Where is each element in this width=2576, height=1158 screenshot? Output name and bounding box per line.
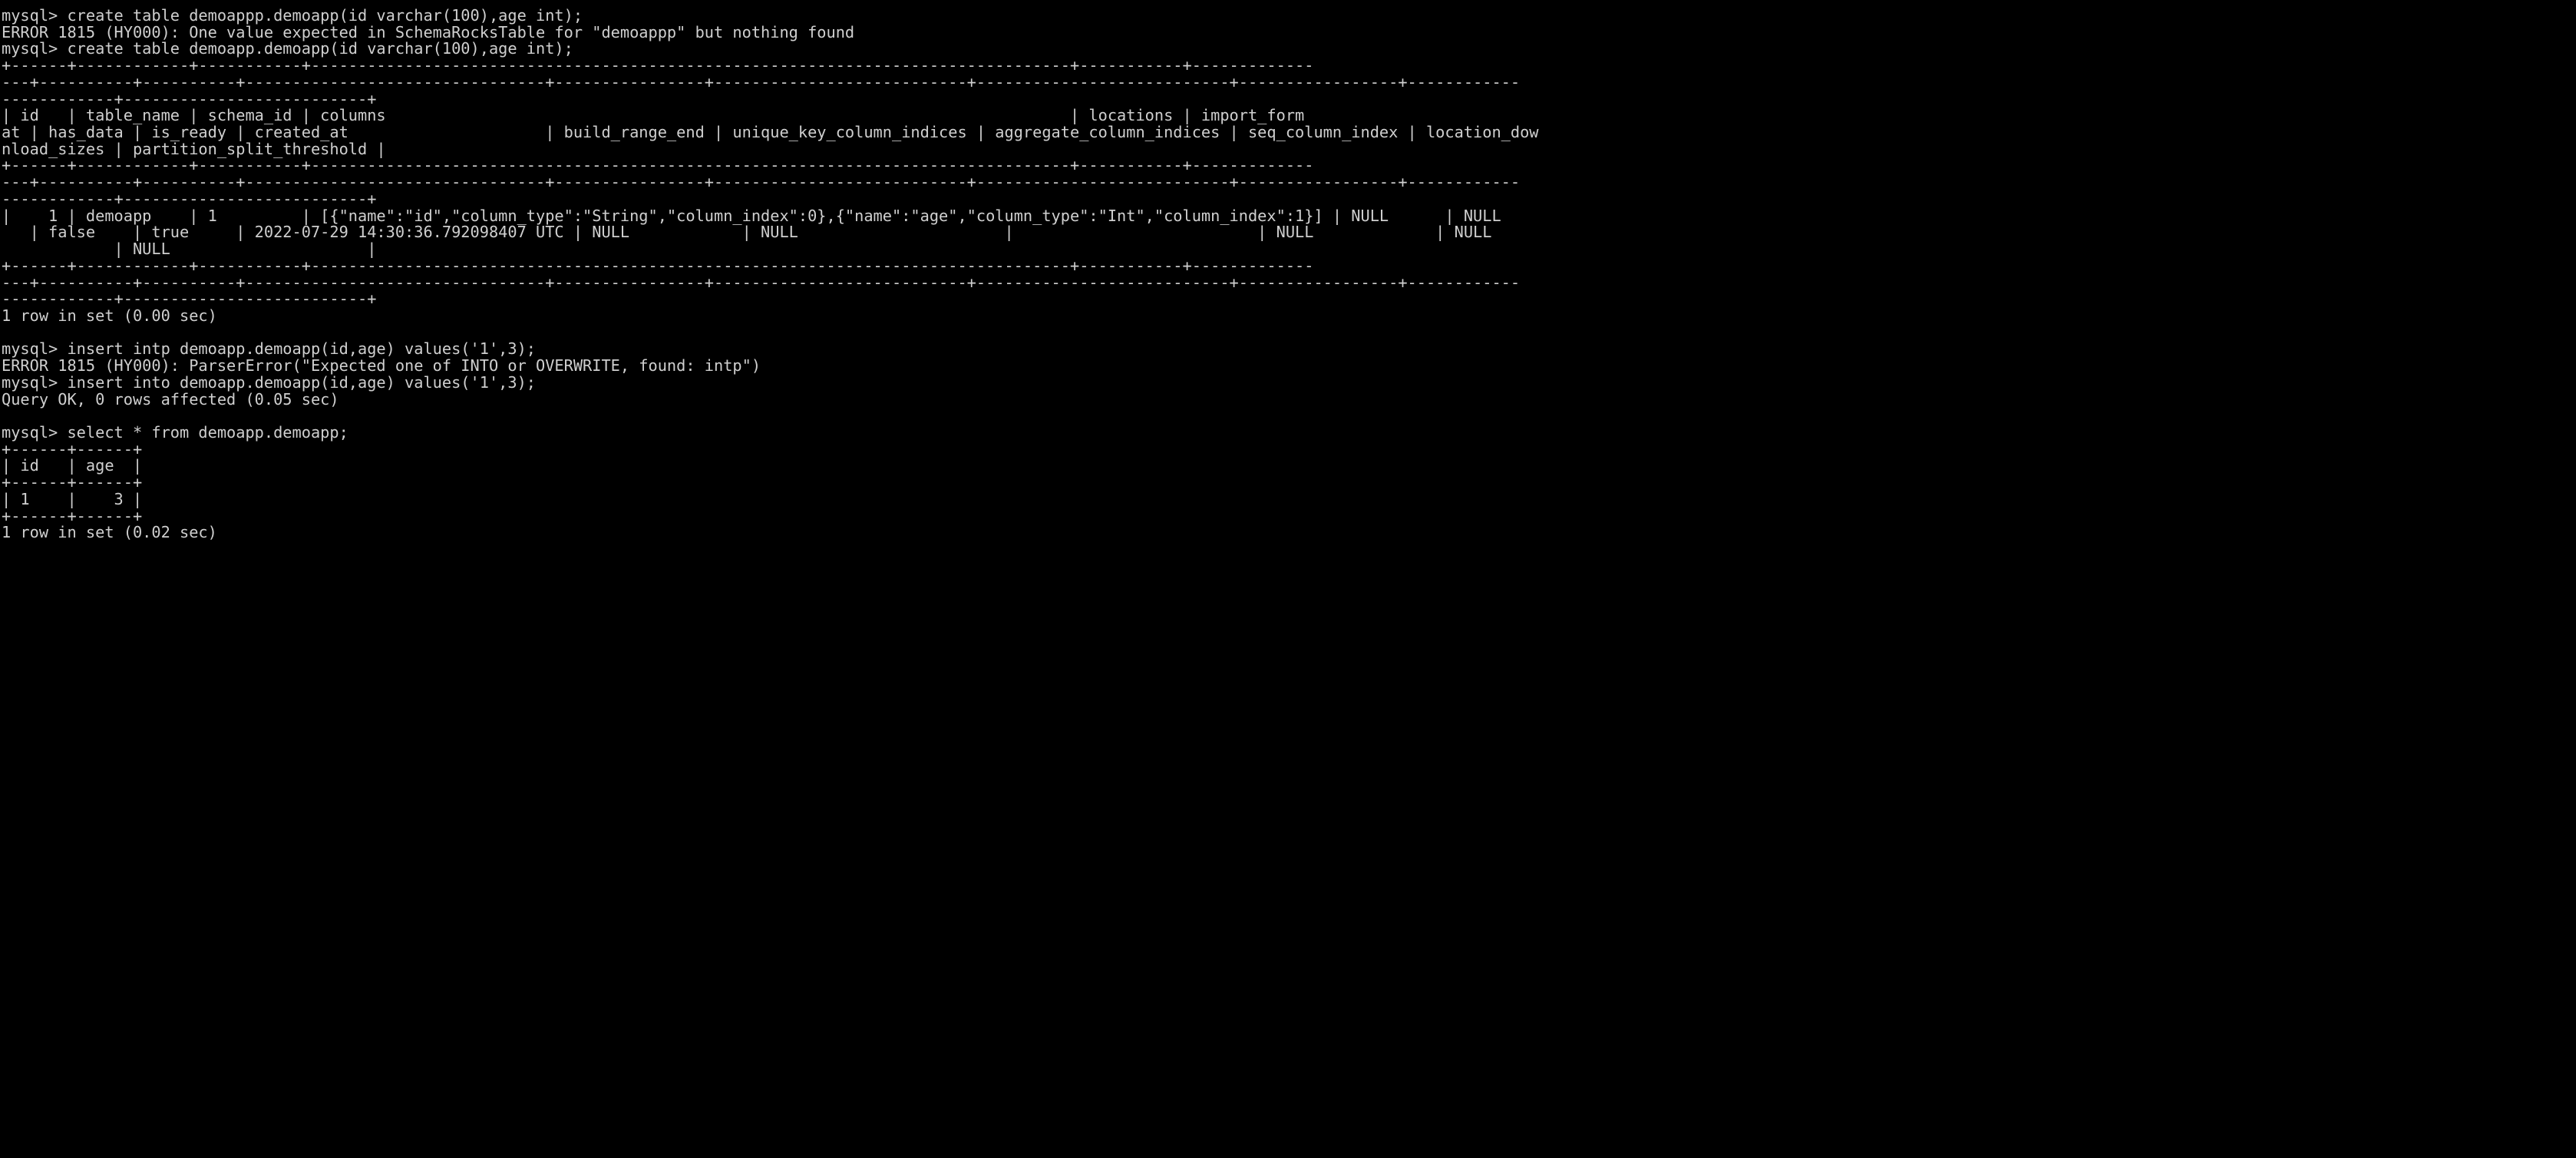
terminal-line: | false | true | 2022-07-29 14:30:36.792… [2,223,1492,242]
terminal-line: Query OK, 0 rows affected (0.05 sec) [2,389,339,409]
terminal-line: 1 row in set (0.02 sec) [2,523,217,542]
terminal-line: ERROR 1815 (HY000): ParserError("Expecte… [2,356,761,376]
terminal-line: ---+----------+----------+--------------… [2,72,1521,91]
terminal-line: mysql> insert intp demoapp.demoapp(id,ag… [2,339,536,359]
terminal-line: mysql> select * from demoapp.demoapp; [2,422,348,442]
terminal-line: +------+------+ [2,439,143,458]
terminal-line: ------------+--------------------------+ [2,189,377,208]
terminal-line: | NULL | [2,240,377,259]
terminal-line: +------+------------+-----------+-------… [2,56,1314,75]
terminal-line: mysql> create table demoappp.demoapp(id … [2,6,583,25]
terminal-line: ------------+--------------------------+ [2,290,377,309]
terminal-line: ERROR 1815 (HY000): One value expected i… [2,22,855,41]
terminal-line: 1 row in set (0.00 sec) [2,306,217,325]
terminal-line: mysql> insert into demoapp.demoapp(id,ag… [2,372,536,392]
terminal-line: +------+------------+-----------+-------… [2,256,1314,275]
terminal-line: | 1 | 3 | [2,489,143,508]
terminal-line: ---+----------+----------+--------------… [2,173,1521,192]
terminal-line: ------------+--------------------------+ [2,89,377,108]
terminal-output[interactable]: mysql> create table demoappp.demoapp(id … [0,0,2576,1158]
terminal-line: ---+----------+----------+--------------… [2,273,1521,292]
terminal-line: +------+------------+-----------+-------… [2,156,1314,175]
terminal-line: mysql> create table demoapp.demoapp(id v… [2,39,573,58]
terminal-line: at | has_data | is_ready | created_at | … [2,123,1539,142]
terminal-line: +------+------+ [2,506,143,525]
terminal-line: | 1 | demoapp | 1 | [{"name":"id","colum… [2,206,1501,225]
terminal-line: +------+------+ [2,473,143,492]
terminal-line: | id | table_name | schema_id | columns … [2,106,1305,125]
terminal-line: nload_sizes | partition_split_threshold … [2,139,386,158]
terminal-line: | id | age | [2,456,143,475]
